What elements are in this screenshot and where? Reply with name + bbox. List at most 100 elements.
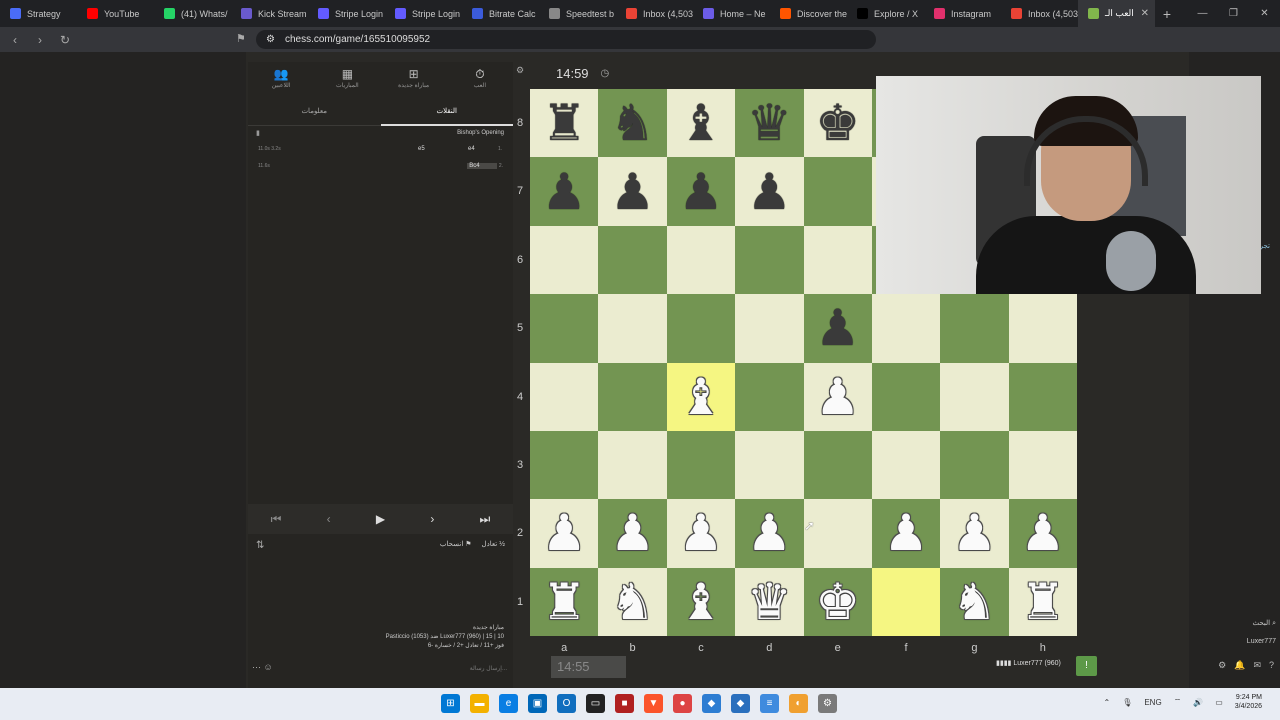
square-d3[interactable] <box>735 430 804 500</box>
square-a1[interactable]: ♜ <box>530 567 599 636</box>
black-pawn-icon[interactable]: ♟ <box>610 167 655 217</box>
brave-icon[interactable]: ▼ <box>644 694 663 713</box>
url-field[interactable]: ⚙ chess.com/game/165510095952 <box>256 30 876 49</box>
back-icon[interactable]: ‹ <box>5 33 25 47</box>
browser-tab[interactable]: Inbox (4,503 <box>616 0 693 27</box>
white-pawn-icon[interactable]: ♟ <box>610 508 655 558</box>
chat-toggle-button[interactable]: ! <box>1076 656 1097 676</box>
browser-tab[interactable]: Strategy <box>0 0 77 27</box>
square-a7[interactable]: ♟ <box>530 157 599 226</box>
square-g1[interactable]: ♞ <box>940 567 1009 636</box>
bookmark-icon[interactable]: ⚑ <box>236 32 246 45</box>
outlook-icon[interactable]: O <box>557 694 576 713</box>
square-b4[interactable] <box>598 362 667 431</box>
square-d4[interactable] <box>735 362 804 431</box>
square-c8[interactable]: ♝ <box>666 89 736 158</box>
new-tab-icon[interactable]: + <box>1155 6 1179 22</box>
tab-moves[interactable]: النقلات <box>380 98 513 126</box>
prev-move-icon[interactable]: ‹ <box>327 512 331 526</box>
language-indicator[interactable]: ENG <box>1144 698 1161 707</box>
square-e7[interactable] <box>803 157 872 226</box>
browser-tab[interactable]: Stripe Login <box>308 0 385 27</box>
white-bishop-icon[interactable]: ♝ <box>679 372 724 422</box>
volume-icon[interactable]: 🔊 <box>1193 698 1203 707</box>
square-g3[interactable] <box>940 430 1009 500</box>
square-d7[interactable]: ♟ <box>735 157 804 226</box>
chat-input[interactable]: إرسال رسالة... <box>470 665 507 672</box>
square-a6[interactable] <box>530 225 599 295</box>
square-e1[interactable]: ♚ <box>803 567 872 636</box>
browser-tab[interactable]: (41) Whats/ <box>154 0 231 27</box>
more-icon[interactable]: ⋯ ☺ <box>252 662 273 673</box>
white-pawn-icon[interactable]: ♟ <box>747 508 792 558</box>
black-queen-icon[interactable]: ♛ <box>747 98 792 148</box>
last-move-icon[interactable]: ⏭ <box>480 512 491 527</box>
battery-icon[interactable]: ▭ <box>1215 698 1223 707</box>
black-knight-icon[interactable]: ♞ <box>610 98 655 148</box>
square-c1[interactable]: ♝ <box>666 567 736 636</box>
square-g2[interactable]: ♟ <box>940 499 1009 568</box>
square-g5[interactable] <box>940 294 1009 363</box>
white-rook-icon[interactable]: ♜ <box>542 577 587 627</box>
square-c2[interactable]: ♟ <box>666 499 736 568</box>
square-b2[interactable]: ♟ <box>598 499 667 568</box>
white-pawn-icon[interactable]: ♟ <box>542 508 587 558</box>
square-e5[interactable]: ♟ <box>803 294 872 363</box>
square-e6[interactable] <box>803 225 872 295</box>
square-f1[interactable] <box>871 567 941 636</box>
square-a8[interactable]: ♜ <box>530 89 599 158</box>
square-h2[interactable]: ♟ <box>1008 499 1077 568</box>
white-knight-icon[interactable]: ♞ <box>952 577 997 627</box>
square-a2[interactable]: ♟ <box>530 499 599 568</box>
browser-tab[interactable]: Discover the <box>770 0 847 27</box>
browser-tab[interactable]: Bitrate Calc <box>462 0 539 27</box>
black-bishop-icon[interactable]: ♝ <box>679 98 724 148</box>
square-c4[interactable]: ♝ <box>666 362 736 431</box>
square-f2[interactable]: ♟ <box>871 499 941 568</box>
resign-button[interactable]: انسحاب ⚑ <box>440 540 472 548</box>
settings-app-icon[interactable]: ⚙ <box>818 694 837 713</box>
tab-games[interactable]: ▦ المباريات <box>317 68 377 89</box>
white-pawn-icon[interactable]: ♟ <box>884 508 929 558</box>
square-c6[interactable] <box>666 225 736 295</box>
white-rook-icon[interactable]: ♜ <box>1020 577 1065 627</box>
vscode-icon[interactable]: ◆ <box>702 694 721 713</box>
square-c7[interactable]: ♟ <box>666 157 736 226</box>
notifications-icon[interactable]: 🔔 <box>1234 660 1245 671</box>
visual-studio-icon[interactable]: ◆ <box>731 694 750 713</box>
messages-icon[interactable]: ✉ <box>1253 660 1261 671</box>
app-icon[interactable]: ■ <box>615 694 634 713</box>
forward-icon[interactable]: › <box>30 33 50 47</box>
square-f3[interactable] <box>871 430 941 500</box>
notes-icon[interactable]: ≡ <box>760 694 779 713</box>
square-f5[interactable] <box>871 294 941 363</box>
settings-icon[interactable]: ⚙ <box>1218 660 1226 671</box>
move-white[interactable]: e4 <box>468 146 498 152</box>
microphone-icon[interactable]: 🎙 <box>1122 698 1132 707</box>
network-icon[interactable]: ⌔ <box>1174 697 1182 707</box>
square-a5[interactable] <box>530 294 599 363</box>
square-h5[interactable] <box>1008 294 1077 363</box>
help-icon[interactable]: ? <box>1269 660 1274 671</box>
browser-tab[interactable]: Speedtest b <box>539 0 616 27</box>
white-pawn-icon[interactable]: ♟ <box>679 508 724 558</box>
square-c5[interactable] <box>666 294 736 363</box>
obs-icon[interactable]: ● <box>673 694 692 713</box>
store-icon[interactable]: ▣ <box>528 694 547 713</box>
sidebar-user[interactable]: Luxer777 <box>1247 638 1276 645</box>
browser-tab[interactable]: العب الـ ✕ <box>1078 0 1155 27</box>
black-rook-icon[interactable]: ♜ <box>542 98 587 148</box>
black-king-icon[interactable]: ♚ <box>815 98 860 148</box>
play-icon[interactable]: ▶ <box>376 512 385 526</box>
browser-tab[interactable]: Instagram <box>924 0 1001 27</box>
browser-tab[interactable]: YouTube <box>77 0 154 27</box>
black-pawn-icon[interactable]: ♟ <box>747 167 792 217</box>
white-pawn-icon[interactable]: ♟ <box>952 508 997 558</box>
square-h1[interactable]: ♜ <box>1008 567 1077 636</box>
flip-board-icon[interactable]: ⇅ <box>256 540 264 551</box>
tray-chevron-icon[interactable]: ⌃ <box>1103 698 1110 707</box>
square-b1[interactable]: ♞ <box>598 567 667 636</box>
square-b7[interactable]: ♟ <box>598 157 667 226</box>
square-d1[interactable]: ♛ <box>735 567 804 636</box>
site-info-icon[interactable]: ⚙ <box>266 34 275 45</box>
